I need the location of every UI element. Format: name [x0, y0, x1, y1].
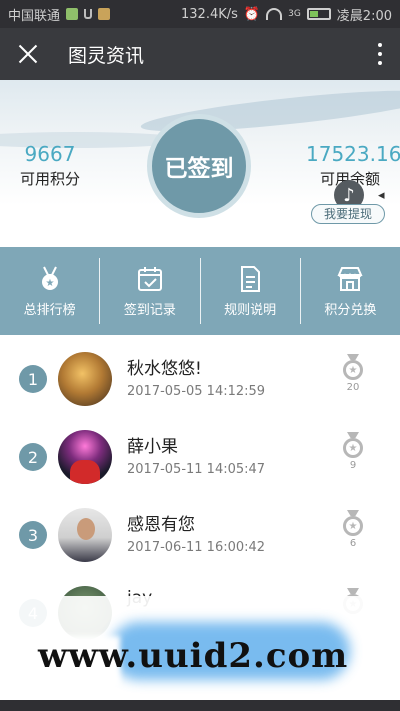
more-vertical-icon[interactable]	[374, 41, 386, 67]
checkin-time: 2017-06-11 16:00:42	[127, 540, 266, 555]
avatar	[58, 508, 112, 562]
title-bar: 图灵资讯	[0, 28, 400, 80]
medal-count: ★ 20	[342, 354, 364, 393]
svg-text:★: ★	[45, 278, 54, 289]
nav-item-checkin-record[interactable]: 签到记录	[100, 258, 201, 324]
rank-badge: 3	[19, 521, 47, 549]
user-name: 秋水悠悠!	[127, 359, 202, 379]
medal-count-value: 6	[349, 538, 357, 549]
wifi-icon	[266, 8, 283, 20]
watermark-overlay: www.uuid2.com	[0, 596, 400, 711]
close-icon[interactable]	[14, 40, 42, 68]
medal-ribbon	[347, 510, 359, 516]
network-speed: 132.4K/s	[181, 6, 238, 22]
rank-badge: 2	[19, 443, 47, 471]
list-item[interactable]: 1 秋水悠悠! 2017-05-05 14:12:59 ★ 20	[0, 340, 400, 418]
medal-count-value: 20	[346, 382, 360, 393]
carrier-label: 中国联通	[8, 8, 61, 24]
checkin-button[interactable]: 已签到	[147, 114, 251, 218]
points-stat: 9667 可用积分	[18, 142, 82, 189]
medal-count: ★ 6	[342, 510, 364, 549]
watermark-text: www.uuid2.com	[38, 636, 349, 676]
shop-icon	[336, 265, 364, 293]
status-left: 中国联通	[8, 5, 111, 24]
usb-icon	[84, 9, 93, 19]
rank-badge: 1	[19, 365, 47, 393]
medal-count-value: 9	[349, 460, 357, 471]
withdraw-button[interactable]: 我要提现	[311, 204, 385, 224]
medal-ribbon	[347, 432, 359, 438]
points-value: 9667	[24, 142, 76, 166]
document-icon	[236, 265, 264, 293]
medal-count: ★ 9	[342, 432, 364, 471]
user-name: 感恩有您	[127, 515, 195, 535]
nav-label: 规则说明	[224, 302, 277, 318]
medal-ribbon	[347, 588, 359, 594]
nav-item-exchange[interactable]: 积分兑换	[301, 258, 400, 324]
status-bar: 中国联通 132.4K/s ⏰ 3G 凌晨2:00	[0, 0, 400, 28]
app-notification-icon	[66, 8, 79, 20]
image-notification-icon	[98, 8, 111, 20]
medal-ribbon	[347, 354, 359, 360]
network-badge: 3G	[288, 9, 301, 19]
bottom-strip	[0, 700, 400, 711]
alarm-icon: ⏰	[243, 6, 261, 22]
calendar-check-icon	[136, 265, 164, 293]
clock: 凌晨2:00	[336, 8, 392, 24]
nav-item-leaderboard[interactable]: ★ 总排行榜	[0, 258, 101, 324]
medal-icon: ★	[343, 438, 363, 458]
medal-icon: ★	[36, 265, 64, 293]
nav-band: ★ 总排行榜 签到记录 规则说明 积分兑换	[0, 247, 400, 335]
checkin-time: 2017-05-05 14:12:59	[127, 384, 266, 399]
avatar	[58, 352, 112, 406]
nav-label: 签到记录	[123, 302, 176, 318]
page: 中国联通 132.4K/s ⏰ 3G 凌晨2:00 图灵资讯 9667 可用积分…	[0, 0, 400, 711]
status-right: 132.4K/s ⏰ 3G 凌晨2:00	[181, 5, 392, 24]
user-name: 薛小果	[127, 437, 178, 457]
avatar	[58, 430, 112, 484]
nav-item-rules[interactable]: 规则说明	[201, 258, 301, 324]
medal-icon: ★	[343, 360, 363, 380]
music-sound-icon: ◂	[378, 188, 385, 203]
balance-value: 17523.16	[306, 142, 400, 166]
nav-label: 积分兑换	[324, 302, 377, 318]
page-title: 图灵资讯	[68, 44, 145, 67]
points-label: 可用积分	[19, 170, 80, 188]
checkin-time: 2017-05-11 14:05:47	[127, 462, 266, 477]
battery-icon	[306, 8, 331, 20]
medal-icon: ★	[343, 516, 363, 536]
list-item[interactable]: 2 薛小果 2017-05-11 14:05:47 ★ 9	[0, 418, 400, 496]
nav-label: 总排行榜	[23, 302, 76, 318]
list-item[interactable]: 3 感恩有您 2017-06-11 16:00:42 ★ 6	[0, 496, 400, 574]
